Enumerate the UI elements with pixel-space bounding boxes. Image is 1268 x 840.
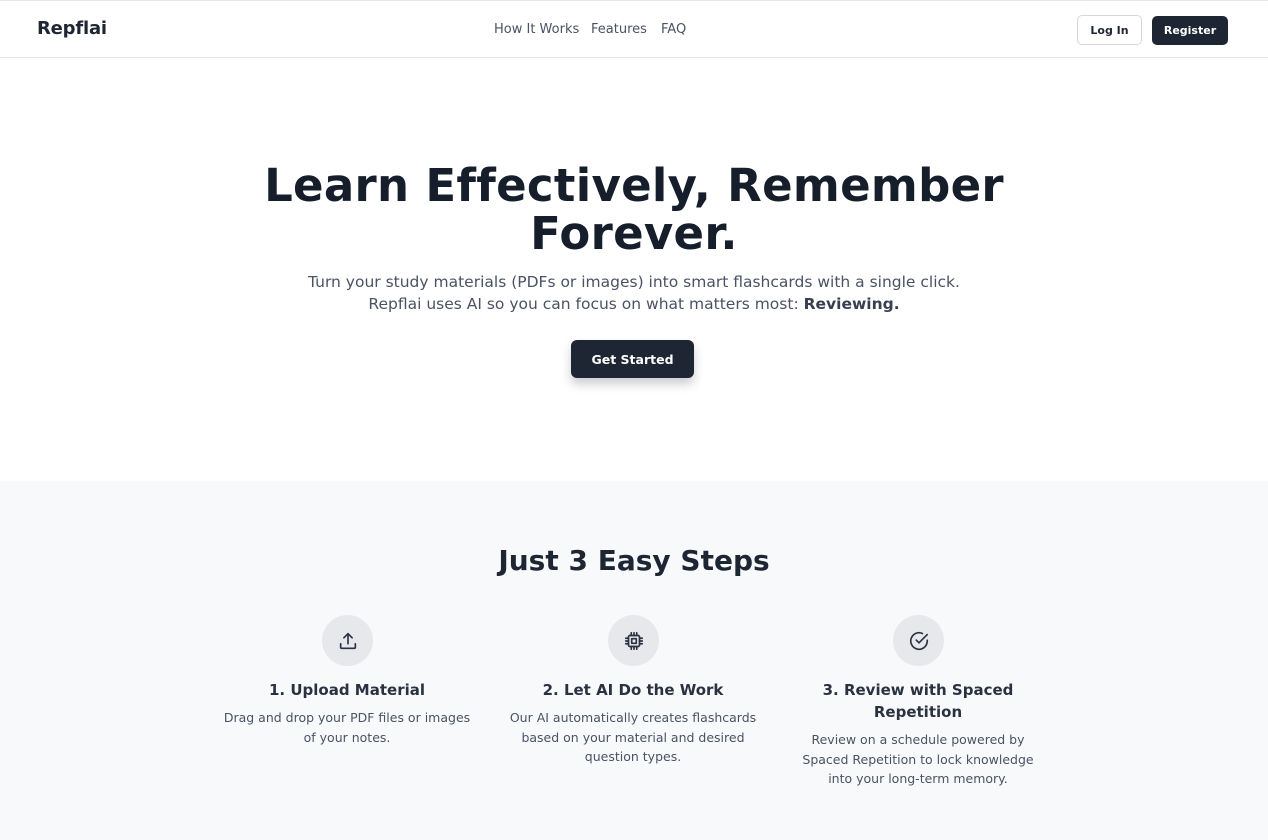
hero-subtitle: Turn your study materials (PDFs or image…	[234, 271, 1034, 315]
register-button[interactable]: Register	[1152, 16, 1228, 45]
step-description: Review on a schedule powered by Spaced R…	[802, 732, 1034, 786]
step-title: 1. Upload Material	[269, 681, 425, 699]
step-title: 3. Review with Spaced Repetition	[822, 681, 1014, 721]
cpu-chip-icon	[608, 615, 659, 666]
login-button[interactable]: Log In	[1077, 15, 1142, 45]
check-circle-icon	[893, 615, 944, 666]
steps-section: Just 3 Easy Steps 1. Upload Material Dra…	[0, 481, 1268, 840]
upload-icon	[322, 615, 373, 666]
step-title: 2. Let AI Do the Work	[542, 681, 724, 699]
step-description: Drag and drop your PDF files or images o…	[223, 710, 471, 745]
steps-title: Just 3 Easy Steps	[498, 544, 770, 577]
step-description: Our AI automatically creates flashcards …	[509, 710, 757, 764]
nav-link-how-it-works[interactable]: How It Works	[494, 22, 579, 37]
hero-subtitle-line2: Repflai uses AI so you can focus on what…	[368, 295, 804, 313]
hero-title: Learn Effectively, Remember Forever.	[264, 159, 1004, 260]
get-started-button[interactable]: Get Started	[571, 340, 694, 378]
nav-link-faq[interactable]: FAQ	[661, 22, 686, 37]
hero-subtitle-line1: Turn your study materials (PDFs or image…	[308, 273, 960, 291]
top-navbar: Repflai How It Works Features FAQ Log In…	[0, 0, 1268, 58]
hero-subtitle-emphasis: Reviewing.	[803, 295, 900, 313]
nav-link-features[interactable]: Features	[591, 22, 647, 37]
